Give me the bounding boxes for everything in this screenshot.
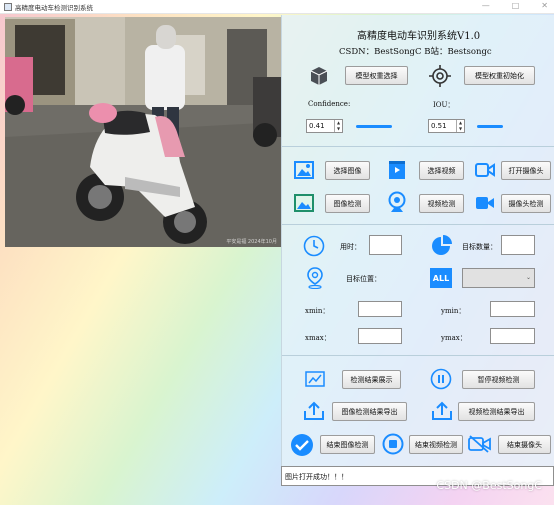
photo-caption: 平安是福 2024年10月 <box>226 239 277 245</box>
app-icon <box>4 2 12 11</box>
divider <box>282 146 554 147</box>
export-image-button[interactable]: 图像检测结果导出 <box>332 402 407 421</box>
upload-icon <box>304 401 324 420</box>
ymin-field[interactable] <box>490 301 535 317</box>
image-icon <box>294 161 314 179</box>
ymax-label: ymax： <box>441 334 467 342</box>
position-label: 目标位置： <box>346 275 381 283</box>
maximize-button[interactable]: □ <box>512 1 520 10</box>
control-panel: 高精度电动车识别系统V1.0 CSDN：BestSongC B站：Bestson… <box>281 15 554 485</box>
watermark: CSDN @BestSongC <box>436 479 542 492</box>
end-video-button[interactable]: 结束视频检测 <box>409 435 463 454</box>
image-display: 平安是福 2024年10月 <box>5 17 281 247</box>
select-image-button[interactable]: 选择图像 <box>325 161 370 180</box>
confidence-slider[interactable] <box>356 125 392 128</box>
camera-off-icon <box>468 435 491 453</box>
chart-icon <box>305 371 325 387</box>
camera-detect-button[interactable]: 摄像头检测 <box>501 194 551 213</box>
check-icon <box>291 434 313 456</box>
time-label: 用时： <box>340 243 361 251</box>
video-file-icon <box>389 161 405 179</box>
image-detect-icon <box>294 194 314 212</box>
iou-label: IOU： <box>433 101 455 109</box>
xmax-label: xmax： <box>305 334 331 342</box>
end-image-button[interactable]: 结束图像检测 <box>320 435 375 454</box>
stop-icon <box>382 433 404 455</box>
time-field[interactable] <box>369 235 402 255</box>
select-video-button[interactable]: 选择视频 <box>419 161 464 180</box>
window-controls: — □ ✕ <box>482 1 548 10</box>
image-detect-button[interactable]: 图像检测 <box>325 194 370 213</box>
count-field[interactable] <box>501 235 535 255</box>
window-title: 高精度电动车检测识别系统 <box>15 3 93 12</box>
export-video-button[interactable]: 视频检测结果导出 <box>458 402 535 421</box>
ymax-field[interactable] <box>490 328 535 344</box>
pause-icon <box>430 368 452 390</box>
divider <box>282 224 554 225</box>
location-pin-icon <box>307 267 323 289</box>
pie-chart-icon <box>432 235 452 255</box>
confidence-spin-arrows[interactable]: ▲ ▼ <box>334 120 342 132</box>
webcam-icon <box>388 191 406 212</box>
author-info: CSDN：BestSongC B站：Bestsongc <box>339 47 492 57</box>
minimize-button[interactable]: — <box>482 1 490 10</box>
show-results-button[interactable]: 检测结果展示 <box>342 370 401 389</box>
chevron-down-icon: ⌄ <box>525 274 531 281</box>
confidence-spinbox[interactable]: 0.41 ▲ ▼ <box>306 119 343 133</box>
init-weights-button[interactable]: 模型权重初始化 <box>464 66 535 85</box>
title-bar: 高精度电动车检测识别系统 — □ ✕ <box>0 0 554 14</box>
clock-icon <box>303 235 325 257</box>
target-select[interactable]: ⌄ <box>462 268 535 288</box>
iou-slider[interactable] <box>477 125 503 128</box>
ymin-label: ymin： <box>441 307 466 315</box>
divider <box>282 355 554 356</box>
xmax-field[interactable] <box>358 328 402 344</box>
pause-video-button[interactable]: 暂停视频检测 <box>462 370 535 389</box>
confidence-value: 0.41 <box>309 122 325 130</box>
video-camera-icon <box>476 197 494 209</box>
xmin-label: xmin： <box>305 307 330 315</box>
count-label: 目标数量： <box>462 243 497 251</box>
iou-value: 0.51 <box>431 122 447 130</box>
end-camera-button[interactable]: 结束摄像头 <box>498 435 551 454</box>
xmin-field[interactable] <box>358 301 402 317</box>
iou-spinbox[interactable]: 0.51 ▲ ▼ <box>428 119 465 133</box>
upload-icon <box>432 401 452 420</box>
close-button[interactable]: ✕ <box>541 1 548 10</box>
status-message: 图片打开成功！！！ <box>285 473 348 481</box>
app-title: 高精度电动车识别系统V1.0 <box>357 31 481 42</box>
cube-icon <box>310 67 328 85</box>
iou-spin-arrows[interactable]: ▲ ▼ <box>456 120 464 132</box>
confidence-label: Confidence: <box>308 100 351 108</box>
open-camera-button[interactable]: 打开摄像头 <box>501 161 551 180</box>
camera-icon <box>475 163 495 177</box>
video-detect-button[interactable]: 视频检测 <box>419 194 464 213</box>
select-weights-button[interactable]: 模型权重选择 <box>345 66 408 85</box>
all-icon: ALL <box>430 268 452 288</box>
target-icon <box>429 65 451 87</box>
